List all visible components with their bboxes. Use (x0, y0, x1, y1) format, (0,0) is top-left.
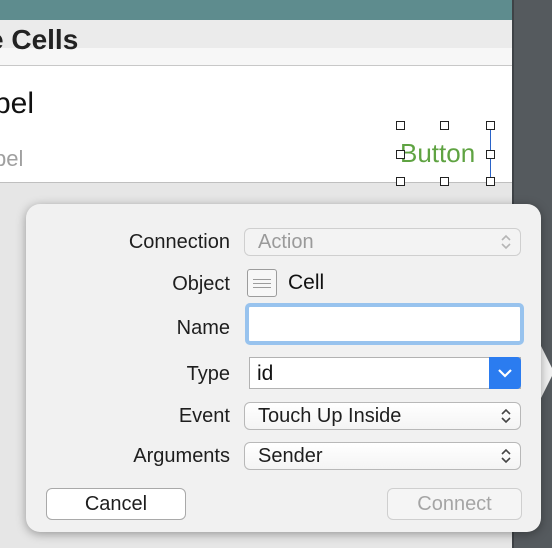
object-value: Cell (288, 271, 325, 294)
resize-handle-bottom-left[interactable] (396, 177, 405, 186)
cell-subtitle-label[interactable]: bel (0, 146, 23, 172)
resize-handle-top-left[interactable] (396, 121, 405, 130)
event-label: Event (178, 405, 230, 427)
resize-handle-top-center[interactable] (440, 121, 449, 130)
name-label: Name (176, 317, 230, 339)
cancel-button[interactable]: Cancel (46, 488, 186, 520)
type-label: Type (186, 363, 230, 385)
connection-value: Action (258, 231, 314, 253)
arguments-popup[interactable]: Sender (244, 442, 521, 470)
connection-label: Connection (128, 231, 230, 253)
resize-handle-bottom-center[interactable] (440, 177, 449, 186)
arguments-value: Sender (258, 445, 323, 467)
resize-handle-bottom-right[interactable] (486, 177, 495, 186)
arguments-label: Arguments (133, 445, 230, 467)
chevron-up-down-icon (501, 408, 511, 424)
name-input[interactable] (245, 303, 524, 345)
connect-button[interactable]: Connect (387, 488, 522, 520)
chevron-up-down-icon (501, 234, 511, 250)
scene-top-bar (0, 0, 512, 20)
resize-handle-middle-right[interactable] (486, 150, 495, 159)
event-value: Touch Up Inside (258, 405, 402, 427)
type-combo-box[interactable]: id (249, 357, 521, 389)
section-title[interactable]: e Cells (0, 24, 78, 56)
connection-popup[interactable]: Action (244, 228, 521, 256)
table-cell-icon (247, 269, 277, 297)
cell-button[interactable]: Button (400, 138, 475, 169)
cell-title-label[interactable]: bel (0, 87, 34, 121)
object-label: Object (172, 273, 230, 295)
type-dropdown-button[interactable] (489, 357, 521, 389)
event-popup[interactable]: Touch Up Inside (244, 402, 521, 430)
chevron-up-down-icon (501, 448, 511, 464)
resize-handle-top-right[interactable] (486, 121, 495, 130)
chevron-down-icon (498, 369, 512, 378)
type-value[interactable]: id (257, 362, 273, 386)
resize-handle-middle-left[interactable] (396, 150, 405, 159)
